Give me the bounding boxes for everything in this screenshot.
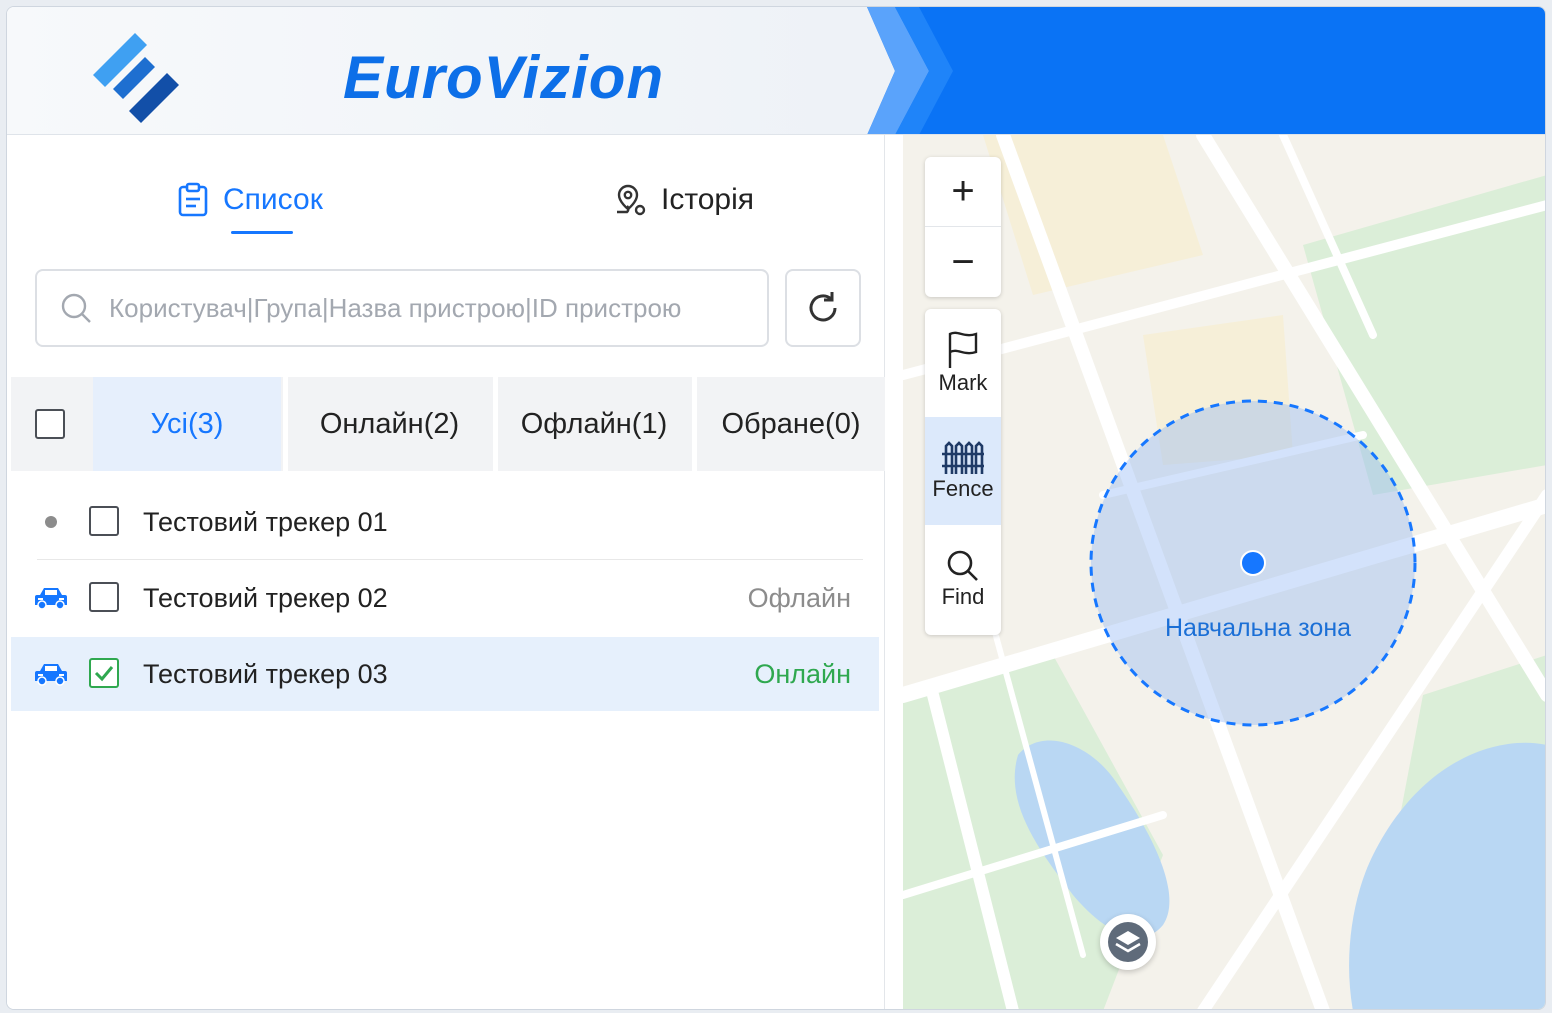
geofence-zone-label[interactable]: Навчальна зона (1118, 614, 1398, 643)
flag-icon (948, 331, 978, 368)
fence-button[interactable]: Fence (925, 417, 1001, 525)
tab-list-label: Список (223, 183, 323, 216)
tab-history-label: Історія (661, 183, 755, 216)
select-all-checkbox[interactable] (35, 409, 65, 439)
car-icon (33, 583, 69, 613)
mark-label: Mark (938, 370, 988, 395)
device-list-panel: Список Історія Користувач|Група|Назва пр… (7, 135, 885, 1009)
search-icon (61, 293, 91, 323)
app-window: EuroVizion Список Історія Користувач|Гру… (6, 6, 1546, 1010)
layers-button[interactable] (1100, 914, 1156, 970)
filter-offline[interactable]: Офлайн(1) (498, 377, 690, 471)
map-view[interactable]: + − Mark Fence Find (903, 135, 1545, 1009)
header-banner (867, 7, 1545, 134)
device-checkbox[interactable] (89, 506, 119, 536)
fence-icon (942, 441, 984, 474)
tab-history[interactable]: Історія (613, 175, 754, 225)
row-divider (37, 559, 863, 560)
device-row[interactable]: Тестовий трекер 03 Онлайн (11, 637, 879, 711)
mark-button[interactable]: Mark (925, 309, 1001, 417)
zoom-out-button[interactable]: − (925, 227, 1001, 297)
device-checkbox[interactable] (89, 658, 119, 688)
eurovizion-logo-icon (93, 33, 179, 123)
layers-icon (1108, 922, 1148, 962)
map-tools: Mark Fence Find (925, 309, 1001, 635)
search-box (35, 269, 769, 347)
device-name: Тестовий трекер 01 (143, 506, 388, 537)
fence-label: Fence (932, 476, 994, 501)
filter-online[interactable]: Онлайн(2) (288, 377, 491, 471)
filter-favorites[interactable]: Обране(0) (697, 377, 885, 471)
status-filter-bar: Усі(3) Онлайн(2) Офлайн(1) Обране(0) (11, 377, 885, 471)
header: EuroVizion (7, 7, 1545, 135)
zoom-in-button[interactable]: + (925, 157, 1001, 227)
checkmark-icon (94, 666, 114, 682)
search-icon (947, 550, 978, 581)
active-tab-indicator (231, 231, 293, 234)
device-row[interactable]: Тестовий трекер 02 Офлайн (11, 561, 879, 635)
search-input[interactable] (109, 292, 729, 324)
status-dot (33, 507, 69, 537)
car-icon (33, 659, 69, 689)
find-button[interactable]: Find (925, 525, 1001, 633)
filter-all[interactable]: Усі(3) (93, 377, 281, 471)
refresh-button[interactable] (785, 269, 861, 347)
refresh-icon (809, 292, 837, 322)
find-label: Find (941, 584, 985, 609)
device-name: Тестовий трекер 03 (143, 658, 388, 689)
zoom-controls: + − (925, 157, 1001, 297)
device-checkbox[interactable] (89, 582, 119, 612)
map-pin-route-icon (617, 184, 646, 216)
device-name: Тестовий трекер 02 (143, 582, 388, 613)
device-row[interactable]: Тестовий трекер 01 (11, 485, 879, 559)
brand-title: EuroVizion (343, 44, 665, 111)
device-status: Онлайн (754, 658, 851, 689)
device-status: Офлайн (747, 582, 851, 613)
tab-list[interactable]: Список (175, 175, 323, 225)
clipboard-list-icon (178, 182, 208, 217)
